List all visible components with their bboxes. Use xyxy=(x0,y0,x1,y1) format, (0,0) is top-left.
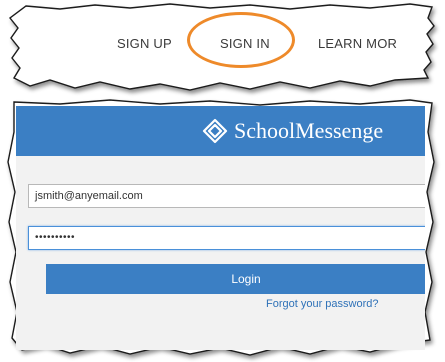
login-header: SchoolMessenge xyxy=(16,106,425,156)
brand: SchoolMessenge xyxy=(202,116,383,146)
sign-in-link[interactable]: SIGN IN xyxy=(220,36,270,51)
forgot-password-link[interactable]: Forgot your password? xyxy=(266,298,379,310)
email-field[interactable]: jsmith@anyemail.com xyxy=(28,184,425,208)
login-button[interactable]: Login xyxy=(46,264,425,294)
schoolmessenger-logo-icon xyxy=(202,118,228,144)
learn-more-link[interactable]: LEARN MOR xyxy=(318,36,397,51)
login-card: SchoolMessenge jsmith@anyemail.com •••••… xyxy=(16,106,425,350)
screenshot-stage: SIGN UP SIGN IN LEARN MOR SchoolMessenge… xyxy=(0,0,445,362)
brand-name: SchoolMessenge xyxy=(234,118,384,143)
login-button-label: Login xyxy=(231,272,261,286)
nav-snippet: SIGN UP SIGN IN LEARN MOR xyxy=(0,0,445,92)
login-snippet: SchoolMessenge jsmith@anyemail.com •••••… xyxy=(0,92,445,362)
sign-up-link[interactable]: SIGN UP xyxy=(117,36,172,51)
password-field[interactable]: •••••••••• xyxy=(28,226,425,250)
login-form: jsmith@anyemail.com •••••••••• Login For… xyxy=(16,156,425,350)
